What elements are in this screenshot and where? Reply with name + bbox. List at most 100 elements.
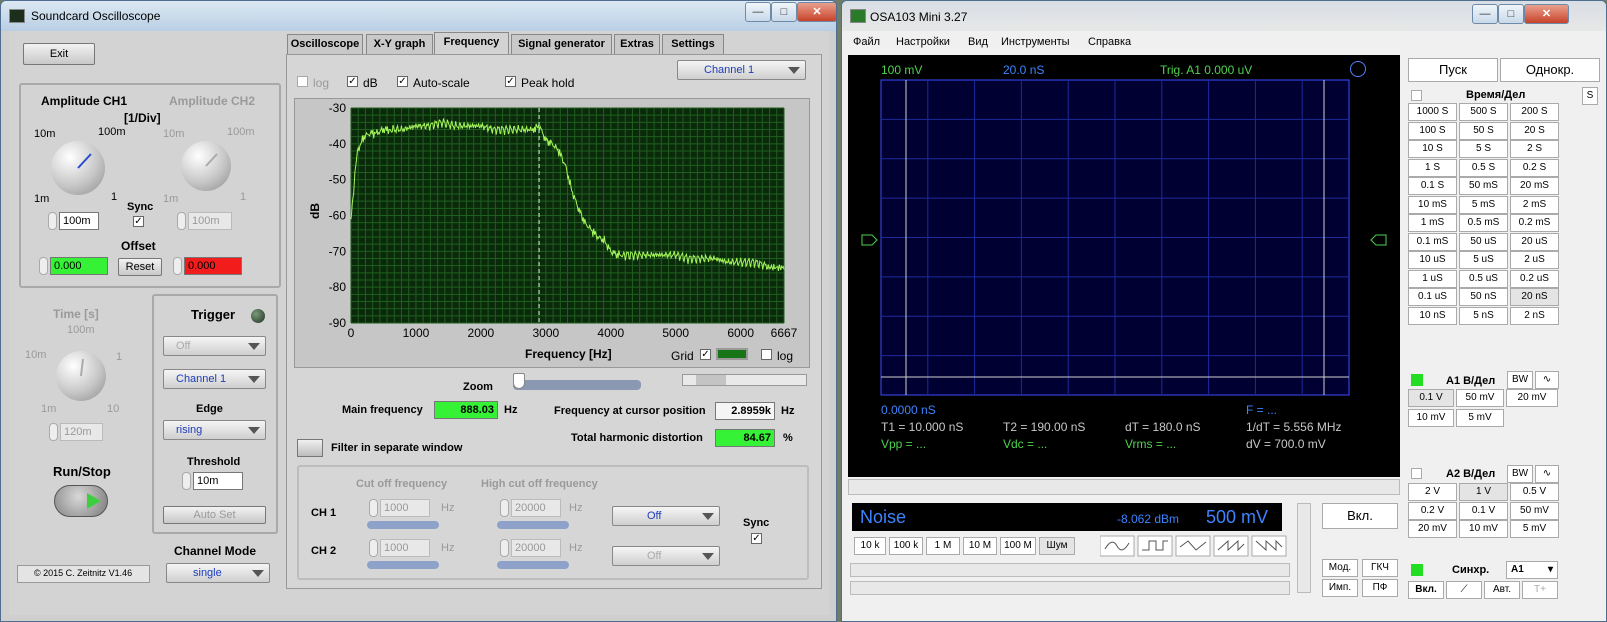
time-div-button[interactable]: 2 uS bbox=[1510, 251, 1559, 269]
time-div-button[interactable]: 50 uS bbox=[1459, 232, 1508, 251]
menu-settings[interactable]: Настройки bbox=[896, 36, 950, 48]
gen-10k-button[interactable]: 10 k bbox=[854, 537, 886, 555]
time-div-button[interactable]: 0.5 mS bbox=[1459, 214, 1508, 232]
offset2-stepper[interactable] bbox=[173, 257, 182, 275]
a2-volt-button[interactable]: 2 V bbox=[1408, 483, 1457, 501]
gen-10m-button[interactable]: 10 M bbox=[963, 537, 997, 555]
time-div-button[interactable]: 2 nS bbox=[1510, 306, 1559, 325]
generator-on-button[interactable]: Вкл. bbox=[1322, 503, 1398, 529]
time-div-button[interactable]: 500 S bbox=[1459, 103, 1508, 121]
a1-volt-5mv[interactable]: 5 mV bbox=[1456, 409, 1504, 427]
cutoff-ch2-input[interactable]: 1000 bbox=[380, 539, 430, 557]
a1-volt-50mv[interactable]: 50 mV bbox=[1456, 389, 1504, 407]
filter-ch2-dropdown[interactable]: Off bbox=[612, 546, 720, 566]
gch-button[interactable]: ГКЧ bbox=[1362, 559, 1398, 577]
filter-ch1-dropdown[interactable]: Off bbox=[612, 506, 720, 526]
a2-volt-button[interactable]: 0.2 V bbox=[1408, 501, 1457, 520]
db-checkbox[interactable]: ✓ bbox=[347, 76, 358, 87]
time-div-button[interactable]: 100 S bbox=[1408, 121, 1457, 140]
time-div-button[interactable]: 200 S bbox=[1510, 103, 1559, 121]
start-button[interactable]: Пуск bbox=[1408, 58, 1498, 82]
grid-log-checkbox[interactable] bbox=[761, 349, 772, 360]
time-div-button[interactable]: 0.5 S bbox=[1459, 158, 1508, 177]
cutoff-ch2-slider[interactable] bbox=[367, 561, 439, 569]
gen-1m-button[interactable]: 1 M bbox=[926, 537, 960, 555]
scope-hscroll[interactable] bbox=[848, 479, 1400, 495]
a1-volt-0.1v[interactable]: 0.1 V bbox=[1408, 389, 1454, 407]
sync-auto-button[interactable]: Авт. bbox=[1484, 581, 1520, 599]
peak-hold-checkbox[interactable]: ✓ bbox=[505, 76, 516, 87]
grid-checkbox[interactable]: ✓ bbox=[700, 349, 711, 360]
tab-oscilloscope[interactable]: Oscilloscope bbox=[287, 34, 363, 54]
time-div-button[interactable]: 5 mS bbox=[1459, 195, 1508, 214]
ch1-stepper[interactable] bbox=[48, 212, 57, 230]
a2-volt-button[interactable]: 0.5 V bbox=[1510, 483, 1559, 501]
menu-help[interactable]: Справка bbox=[1088, 36, 1131, 48]
auto-set-button[interactable]: Auto Set bbox=[163, 506, 266, 524]
time-div-button[interactable]: 20 nS bbox=[1510, 288, 1559, 306]
time-div-button[interactable]: 0.2 S bbox=[1510, 158, 1559, 177]
cutoff2-stepper[interactable] bbox=[369, 539, 378, 557]
time-div-button[interactable]: 0.2 mS bbox=[1510, 214, 1559, 232]
single-shot-button[interactable]: Однокр. bbox=[1500, 58, 1600, 82]
gen-100k-button[interactable]: 100 k bbox=[889, 537, 923, 555]
time-div-button[interactable]: 20 uS bbox=[1510, 232, 1559, 251]
sync-enable-indicator[interactable] bbox=[1411, 564, 1423, 576]
trigger-mode-dropdown[interactable]: Off bbox=[163, 336, 266, 356]
frequency-spectrum-chart[interactable]: 0 1000 2000 3000 4000 5000 6000 6667 -30 -40 -50 -6… bbox=[294, 98, 810, 368]
a2-volt-button[interactable]: 0.1 V bbox=[1459, 501, 1508, 520]
offset1-stepper[interactable] bbox=[39, 257, 48, 275]
time-div-button[interactable]: 1 S bbox=[1408, 158, 1457, 177]
channel-dropdown[interactable]: Channel 1 bbox=[677, 60, 806, 80]
time-div-button[interactable]: 5 nS bbox=[1459, 306, 1508, 325]
ch2-stepper[interactable] bbox=[177, 212, 186, 230]
time-stepper[interactable] bbox=[49, 423, 58, 441]
time-div-button[interactable]: 5 S bbox=[1459, 140, 1508, 158]
time-div-button[interactable]: 1 mS bbox=[1408, 214, 1457, 232]
time-div-button[interactable]: 0.1 mS bbox=[1408, 232, 1457, 251]
a2-volt-button[interactable]: 20 mV bbox=[1408, 520, 1457, 538]
title-bar[interactable]: Soundcard Oscilloscope — □ ✕ bbox=[1, 1, 836, 31]
a1-volt-10mv[interactable]: 10 mV bbox=[1408, 409, 1454, 427]
close-button[interactable]: ✕ bbox=[797, 2, 836, 22]
a2-coupling-button[interactable]: ∿ bbox=[1535, 465, 1559, 483]
time-div-button[interactable]: 50 mS bbox=[1459, 177, 1508, 195]
a2-bw-button[interactable]: BW bbox=[1507, 465, 1533, 483]
gen-noise-button[interactable]: Шум bbox=[1039, 537, 1075, 555]
sync-tplus-button[interactable]: T+ bbox=[1522, 581, 1558, 599]
menu-view[interactable]: Вид bbox=[968, 36, 988, 48]
filter-sync-checkbox[interactable]: ✓ bbox=[751, 533, 762, 544]
osa-minimize-button[interactable]: — bbox=[1472, 4, 1498, 24]
tab-signal-generator[interactable]: Signal generator bbox=[511, 34, 612, 54]
time-div-button[interactable]: 50 nS bbox=[1459, 288, 1508, 306]
high-cutoff-ch1-input[interactable]: 20000 bbox=[511, 499, 561, 517]
high-cutoff-ch1-slider[interactable] bbox=[497, 521, 569, 529]
osa-title-bar[interactable]: OSA103 Mini 3.27 — □ ✕ bbox=[842, 1, 1606, 31]
sync-edge-button[interactable]: ⟋ bbox=[1446, 581, 1482, 599]
tab-xy-graph[interactable]: X-Y graph bbox=[366, 34, 433, 54]
time-unit-button[interactable]: S bbox=[1582, 87, 1598, 105]
channel-mode-dropdown[interactable]: single bbox=[166, 563, 270, 583]
time-div-button[interactable]: 0.1 S bbox=[1408, 177, 1457, 195]
menu-file[interactable]: Файл bbox=[853, 36, 880, 48]
a2-enable-checkbox[interactable] bbox=[1411, 468, 1422, 479]
offset-ch2-input[interactable]: 0.000 bbox=[184, 257, 242, 275]
time-div-button[interactable]: 0.1 uS bbox=[1408, 288, 1457, 306]
time-div-button[interactable]: 10 uS bbox=[1408, 251, 1457, 269]
threshold-input[interactable]: 10m bbox=[193, 472, 243, 490]
tab-settings[interactable]: Settings bbox=[662, 34, 724, 54]
a2-volt-button[interactable]: 10 mV bbox=[1459, 520, 1508, 538]
osa-maximize-button[interactable]: □ bbox=[1498, 4, 1524, 24]
time-div-button[interactable]: 10 S bbox=[1408, 140, 1457, 158]
generator-hscroll-2[interactable] bbox=[850, 581, 1290, 595]
maximize-button[interactable]: □ bbox=[771, 2, 797, 22]
minimize-button[interactable]: — bbox=[745, 2, 771, 22]
gen-100m-button[interactable]: 100 M bbox=[1000, 537, 1036, 555]
a2-volt-button[interactable]: 50 mV bbox=[1510, 501, 1559, 520]
a1-enable-indicator[interactable] bbox=[1411, 374, 1423, 386]
time-div-button[interactable]: 5 uS bbox=[1459, 251, 1508, 269]
zoom-slider-handle[interactable] bbox=[513, 373, 525, 389]
osa-close-button[interactable]: ✕ bbox=[1524, 4, 1569, 24]
time-input[interactable]: 120m bbox=[60, 423, 103, 441]
log-checkbox[interactable] bbox=[297, 76, 308, 87]
